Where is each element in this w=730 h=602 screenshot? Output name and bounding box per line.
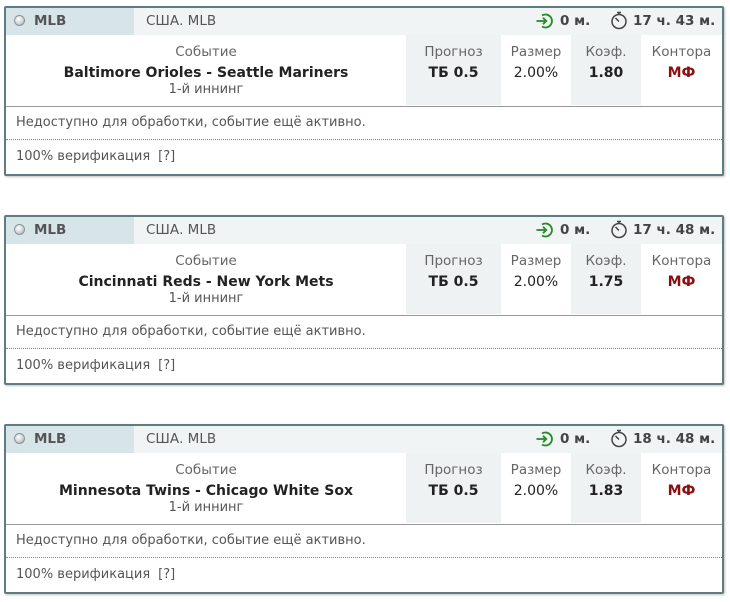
size-column: Размер 2.00% (501, 244, 571, 314)
league-name: MLB (34, 222, 67, 238)
arrow-enter-icon (536, 431, 553, 447)
bookie-label: Контора (651, 462, 712, 478)
forecast-column: Прогноз ТБ 0.5 (406, 35, 501, 105)
event-column: Событие Baltimore Orioles - Seattle Mari… (6, 35, 406, 105)
stopwatch-icon (611, 429, 627, 448)
league-name: MLB (34, 431, 67, 447)
status-note: Недоступно для обработки, событие ещё ак… (16, 533, 366, 548)
event-period: 1-й иннинг (168, 291, 244, 306)
region-name: США. MLB (146, 222, 217, 238)
size-value: 2.00% (513, 65, 559, 81)
stopwatch-icon (611, 220, 627, 239)
event-label: Событие (175, 253, 237, 269)
help-link[interactable]: [?] (158, 567, 175, 582)
event-teams: Baltimore Orioles - Seattle Mariners (63, 65, 349, 81)
arrow-enter-icon (536, 13, 553, 29)
region-name: США. MLB (146, 13, 217, 29)
bookie-column: Контора МФ (641, 244, 722, 314)
event-column: Событие Cincinnati Reds - New York Mets … (6, 244, 406, 314)
bookie-value: МФ (667, 65, 696, 81)
help-link[interactable]: [?] (158, 149, 175, 164)
coef-column: Коэф. 1.80 (571, 35, 641, 105)
divider (6, 557, 722, 558)
forecast-column: Прогноз ТБ 0.5 (406, 244, 501, 314)
event-label: Событие (175, 462, 237, 478)
status-dot-icon (14, 224, 25, 235)
go-time: 0 м. (560, 13, 591, 29)
coef-label: Коэф. (585, 253, 627, 269)
forecast-value: ТБ 0.5 (428, 483, 479, 499)
status-note: Недоступно для обработки, событие ещё ак… (16, 324, 366, 339)
bet-card: MLB США. MLB 0 м. 17 ч. 43 м. Событие Ba… (4, 6, 724, 176)
size-column: Размер 2.00% (501, 453, 571, 523)
coef-column: Коэф. 1.83 (571, 453, 641, 523)
coef-label: Коэф. (585, 462, 627, 478)
bet-card-header: MLB США. MLB 0 м. 18 ч. 48 м. (6, 426, 722, 453)
league-cell: MLB (6, 217, 134, 244)
forecast-label: Прогноз (424, 462, 483, 478)
coef-value: 1.80 (588, 65, 624, 81)
bet-card-header: MLB США. MLB 0 м. 17 ч. 43 м. (6, 8, 722, 35)
forecast-label: Прогноз (424, 44, 483, 60)
bookie-column: Контора МФ (641, 453, 722, 523)
size-value: 2.00% (513, 274, 559, 290)
bookie-column: Контора МФ (641, 35, 722, 105)
verification-row: 100% верификация [?] (16, 567, 175, 582)
stopwatch-icon (611, 11, 627, 30)
region-name: США. MLB (146, 431, 217, 447)
coef-column: Коэф. 1.75 (571, 244, 641, 314)
coef-value: 1.75 (588, 274, 624, 290)
divider (6, 106, 722, 107)
event-label: Событие (175, 44, 237, 60)
forecast-value: ТБ 0.5 (428, 65, 479, 81)
event-column: Событие Minnesota Twins - Chicago White … (6, 453, 406, 523)
status-note: Недоступно для обработки, событие ещё ак… (16, 115, 366, 130)
time-remaining: 18 ч. 48 м. (633, 431, 716, 447)
divider (6, 524, 722, 525)
bet-card-header: MLB США. MLB 0 м. 17 ч. 48 м. (6, 217, 722, 244)
bet-details: Событие Cincinnati Reds - New York Mets … (6, 244, 722, 314)
event-period: 1-й иннинг (168, 82, 244, 97)
go-time: 0 м. (560, 222, 591, 238)
time-remaining: 17 ч. 43 м. (633, 13, 716, 29)
arrow-enter-icon (536, 222, 553, 238)
go-time: 0 м. (560, 431, 591, 447)
bookie-label: Контора (651, 44, 712, 60)
help-link[interactable]: [?] (158, 358, 175, 373)
bet-details: Событие Minnesota Twins - Chicago White … (6, 453, 722, 523)
bet-details: Событие Baltimore Orioles - Seattle Mari… (6, 35, 722, 105)
bet-card: MLB США. MLB 0 м. 17 ч. 48 м. Событие Ci… (4, 215, 724, 385)
verification-row: 100% верификация [?] (16, 149, 175, 164)
size-column: Размер 2.00% (501, 35, 571, 105)
size-label: Размер (510, 44, 562, 60)
bookie-value: МФ (667, 483, 696, 499)
bet-card: MLB США. MLB 0 м. 18 ч. 48 м. Событие Mi… (4, 424, 724, 594)
league-cell: MLB (6, 8, 134, 35)
size-label: Размер (510, 462, 562, 478)
event-teams: Cincinnati Reds - New York Mets (78, 274, 334, 290)
divider (6, 315, 722, 316)
bookie-value: МФ (667, 274, 696, 290)
divider (6, 139, 722, 140)
verification-text: 100% верификация (16, 149, 151, 164)
verification-text: 100% верификация (16, 567, 151, 582)
status-dot-icon (14, 433, 25, 444)
divider (6, 348, 722, 349)
bookie-label: Контора (651, 253, 712, 269)
time-remaining: 17 ч. 48 м. (633, 222, 716, 238)
coef-value: 1.83 (588, 483, 624, 499)
verification-row: 100% верификация [?] (16, 358, 175, 373)
status-dot-icon (14, 15, 25, 26)
forecast-value: ТБ 0.5 (428, 274, 479, 290)
league-cell: MLB (6, 426, 134, 453)
forecast-label: Прогноз (424, 253, 483, 269)
event-period: 1-й иннинг (168, 500, 244, 515)
league-name: MLB (34, 13, 67, 29)
size-value: 2.00% (513, 483, 559, 499)
event-teams: Minnesota Twins - Chicago White Sox (58, 483, 354, 499)
forecast-column: Прогноз ТБ 0.5 (406, 453, 501, 523)
verification-text: 100% верификация (16, 358, 151, 373)
coef-label: Коэф. (585, 44, 627, 60)
size-label: Размер (510, 253, 562, 269)
